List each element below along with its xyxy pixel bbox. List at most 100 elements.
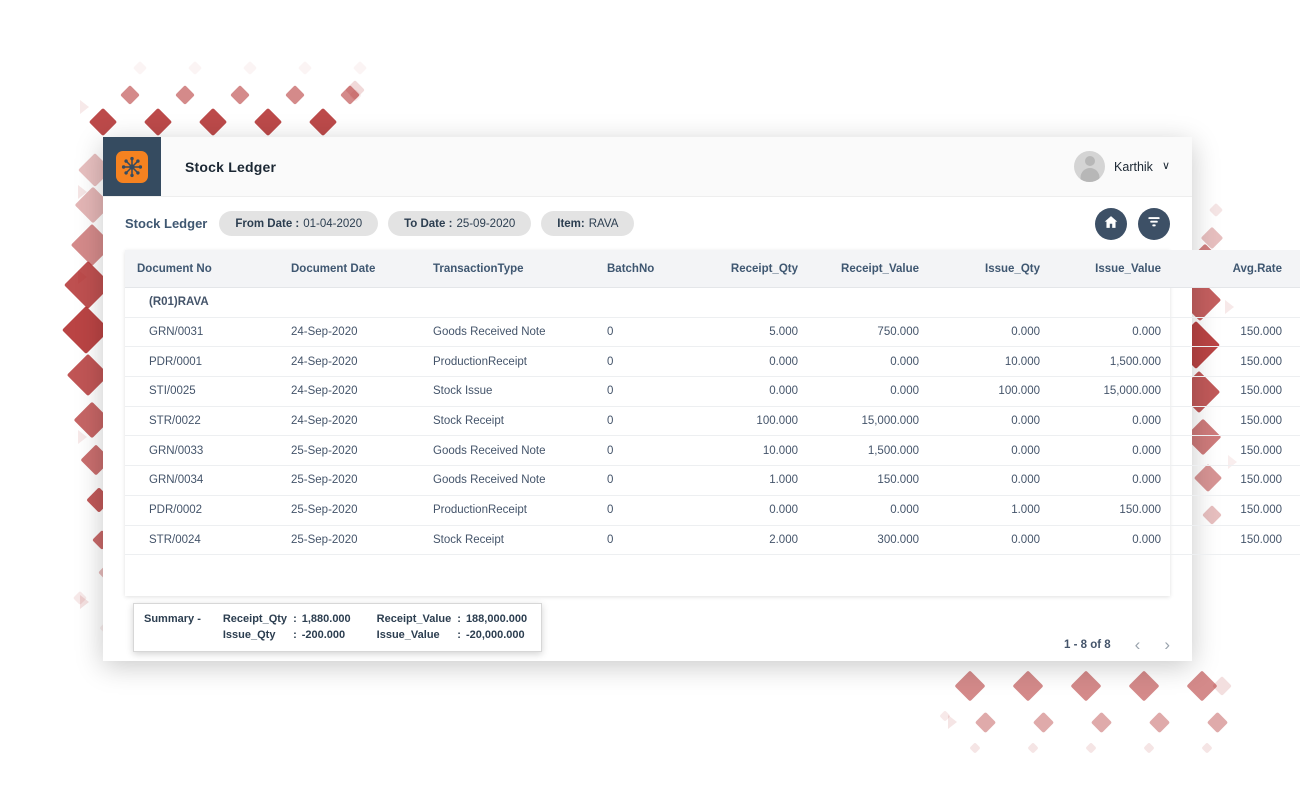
decorative-diamond <box>1148 711 1170 733</box>
decorative-diamond <box>939 710 951 722</box>
cell-batchno: 0 <box>595 346 689 378</box>
table-row[interactable]: STR/0022 24-Sep-2020 Stock Receipt 0 100.000… <box>125 406 1300 437</box>
decorative-triangle <box>948 715 957 729</box>
cell-avg-rate: 150.000 <box>1173 406 1294 437</box>
cell-closing-qty: 6.000 <box>1294 465 1300 496</box>
cell-transactiontype: ProductionReceipt <box>421 495 595 526</box>
cell-receipt-qty: 1.000 <box>689 465 810 496</box>
decorative-triangle <box>80 100 89 114</box>
decorative-diamond <box>340 85 360 105</box>
cell-batchno: 0 <box>595 317 689 348</box>
cell-receipt-value: 300.000 <box>810 525 931 556</box>
user-menu[interactable]: Karthik ∨ <box>1074 151 1170 182</box>
decorative-triangle <box>80 595 89 609</box>
decorative-diamond <box>1085 742 1097 754</box>
cell-issue-qty: 10.000 <box>931 346 1052 378</box>
cell-closing-qty: 7.000 <box>1294 525 1300 556</box>
table-header-row: Document No Document Date TransactionType B… <box>125 250 1300 288</box>
column-header-receipt-qty[interactable]: Receipt_Qty <box>689 250 810 288</box>
chevron-right-icon[interactable]: › <box>1164 636 1170 653</box>
cell-issue-value: 150.000 <box>1052 495 1173 526</box>
column-header-document-no[interactable]: Document No <box>125 250 279 288</box>
summary-panel: Summary - Receipt_Qty:1,880.000 Receipt_Va… <box>133 603 543 652</box>
summary-row: Issue_Qty: -200.000 Issue_Value: -20,000.00… <box>144 627 527 643</box>
table-row[interactable]: PDR/0002 25-Sep-2020 ProductionReceipt 0 0.0… <box>125 495 1300 526</box>
chevron-left-icon[interactable]: ‹ <box>1135 636 1141 653</box>
cell-closing-qty: -5.000 <box>1294 346 1300 378</box>
summary-label: Summary - <box>144 613 201 625</box>
decorative-diamond <box>187 60 203 76</box>
cell-document-date: 25-Sep-2020 <box>279 525 421 556</box>
network-hub-icon[interactable] <box>116 150 148 183</box>
table-row[interactable]: STI/0025 24-Sep-2020 Stock Issue 0 0.000 0.00… <box>125 376 1300 407</box>
table-row[interactable]: GRN/0033 25-Sep-2020 Goods Received Note 0 1… <box>125 435 1300 467</box>
cell-issue-value: 0.000 <box>1052 525 1173 556</box>
decorative-diamond <box>352 60 368 76</box>
chevron-down-icon[interactable]: ∨ <box>1162 161 1170 172</box>
filter-icon <box>1146 214 1162 233</box>
table-row[interactable]: GRN/0031 24-Sep-2020 Goods Received Note 0 5… <box>125 317 1300 348</box>
cell-avg-rate: 150.000 <box>1173 495 1294 526</box>
table-row[interactable]: GRN/0034 25-Sep-2020 Goods Received Note 0 1… <box>125 465 1300 496</box>
column-header-document-date[interactable]: Document Date <box>279 250 421 288</box>
cell-closing-qty: 5.000 <box>1294 317 1300 348</box>
summary-value-2: 188,000.000 <box>465 613 528 625</box>
cell-document-date: 24-Sep-2020 <box>279 346 421 378</box>
app-header-bar: Stock Ledger Karthik ∨ <box>103 137 1192 197</box>
chip-item[interactable]: Item: RAVA <box>541 211 635 236</box>
table-row[interactable]: PDR/0001 24-Sep-2020 ProductionReceipt 0 0.0… <box>125 346 1300 378</box>
column-header-closing-qty[interactable]: Closing_Qty <box>1294 250 1300 288</box>
cell-avg-rate: 150.000 <box>1173 435 1294 467</box>
cell-receipt-qty: 10.000 <box>689 435 810 467</box>
summary-key-1: Issue_Qty <box>222 629 276 641</box>
cell-issue-value: 1,500.000 <box>1052 346 1173 378</box>
cell-issue-value: 15,000.000 <box>1052 376 1173 407</box>
decorative-diamond <box>198 107 228 137</box>
cell-issue-value: 0.000 <box>1052 465 1173 496</box>
cell-batchno: 0 <box>595 525 689 556</box>
decorative-diamond <box>1032 711 1054 733</box>
chip-from-date-value: 01-04-2020 <box>303 217 363 230</box>
decorative-diamond <box>1090 711 1112 733</box>
table-row[interactable]: STR/0024 25-Sep-2020 Stock Receipt 0 2.000 30… <box>125 525 1300 556</box>
cell-issue-qty: 1.000 <box>931 495 1052 526</box>
cell-document-date: 25-Sep-2020 <box>279 435 421 467</box>
column-header-issue-qty[interactable]: Issue_Qty <box>931 250 1052 288</box>
cell-avg-rate: 150.000 <box>1173 376 1294 407</box>
chip-from-date[interactable]: From Date : 01-04-2020 <box>219 211 379 236</box>
column-header-batchno[interactable]: BatchNo <box>595 250 689 288</box>
column-header-receipt-value[interactable]: Receipt_Value <box>810 250 931 288</box>
cell-receipt-qty: 100.000 <box>689 406 810 437</box>
chip-to-date[interactable]: To Date : 25-09-2020 <box>388 211 532 236</box>
cell-issue-qty: 0.000 <box>931 317 1052 348</box>
cell-batchno: 0 <box>595 376 689 407</box>
decorative-diamond <box>242 60 258 76</box>
decorative-diamond <box>1143 742 1155 754</box>
home-icon <box>1103 214 1119 233</box>
cell-document-no: STR/0022 <box>125 406 279 437</box>
stock-ledger-table-container[interactable]: Document No Document Date TransactionType B… <box>125 250 1300 596</box>
page-title: Stock Ledger <box>185 158 277 175</box>
filter-button[interactable] <box>1138 207 1170 240</box>
decorative-diamond <box>954 670 986 702</box>
decorative-diamond <box>297 60 313 76</box>
decorative-diamond <box>308 107 338 137</box>
decorative-diamond <box>132 60 148 76</box>
summary-label <box>144 627 223 643</box>
summary-colon-1: : <box>293 613 297 625</box>
cell-avg-rate: 150.000 <box>1173 465 1294 496</box>
column-header-transactiontype[interactable]: TransactionType <box>421 250 595 288</box>
table-group-row[interactable]: (R01)RAVA <box>125 287 1300 318</box>
cell-closing-qty: -105.000 <box>1294 376 1300 407</box>
cell-transactiontype: Goods Received Note <box>421 465 595 496</box>
column-header-avg-rate[interactable]: Avg.Rate <box>1173 250 1294 288</box>
summary-colon-2: : <box>457 613 461 625</box>
summary-value-1: -200.000 <box>301 629 346 641</box>
column-header-issue-value[interactable]: Issue_Value <box>1052 250 1173 288</box>
cell-batchno: 0 <box>595 465 689 496</box>
cell-closing-qty: 5.000 <box>1294 435 1300 467</box>
chip-to-date-label: To Date : <box>404 217 453 230</box>
cell-transactiontype: Stock Issue <box>421 376 595 407</box>
home-button[interactable] <box>1095 207 1127 240</box>
cell-batchno: 0 <box>595 406 689 437</box>
